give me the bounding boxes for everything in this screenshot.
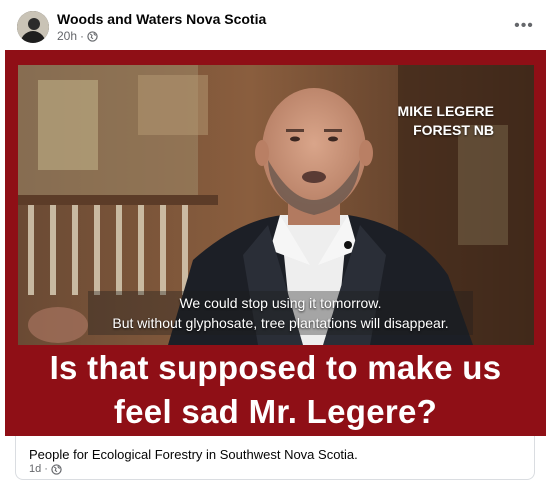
subtitle-line1: We could stop using it tomorrow. [179, 295, 382, 311]
subtitle-line2: But without glyphosate, tree plantations… [112, 315, 449, 331]
headline-line2: feel sad Mr. Legere? [113, 393, 438, 430]
shared-post-attribution[interactable]: People for Ecological Forestry in Southw… [15, 436, 535, 480]
meme-headline: Is that supposed to make us feel sad Mr.… [5, 346, 546, 434]
shared-post-title[interactable]: People for Ecological Forestry in Southw… [29, 447, 358, 462]
page-name-link[interactable]: Woods and Waters Nova Scotia [57, 11, 266, 27]
avatar-image [17, 11, 49, 43]
post-meta: 20h · [57, 29, 98, 43]
page-avatar[interactable] [17, 11, 49, 43]
shared-meta-separator: · [44, 463, 48, 475]
post-header: Woods and Waters Nova Scotia 20h · ••• [0, 0, 550, 50]
name-caption-line2: FOREST NB [413, 122, 494, 138]
video-still: MIKE LEGERE FOREST NB We could stop usin… [18, 65, 534, 345]
headline-line1: Is that supposed to make us [49, 349, 502, 386]
post-timestamp[interactable]: 20h [57, 29, 77, 43]
shared-image[interactable]: MIKE LEGERE FOREST NB We could stop usin… [5, 50, 546, 436]
shared-post-meta: 1d · [29, 463, 62, 475]
shared-post-timestamp[interactable]: 1d [29, 463, 41, 475]
globe-icon [87, 30, 98, 42]
name-caption: MIKE LEGERE FOREST NB [398, 102, 494, 140]
more-horizontal-icon: ••• [514, 17, 534, 34]
name-caption-line1: MIKE LEGERE [397, 103, 494, 119]
post-card: Woods and Waters Nova Scotia 20h · ••• M… [0, 0, 550, 483]
globe-icon [51, 463, 62, 475]
meta-separator: · [80, 29, 85, 43]
video-subtitle: We could stop using it tomorrow. But wit… [88, 291, 473, 335]
more-options-button[interactable]: ••• [510, 12, 538, 40]
